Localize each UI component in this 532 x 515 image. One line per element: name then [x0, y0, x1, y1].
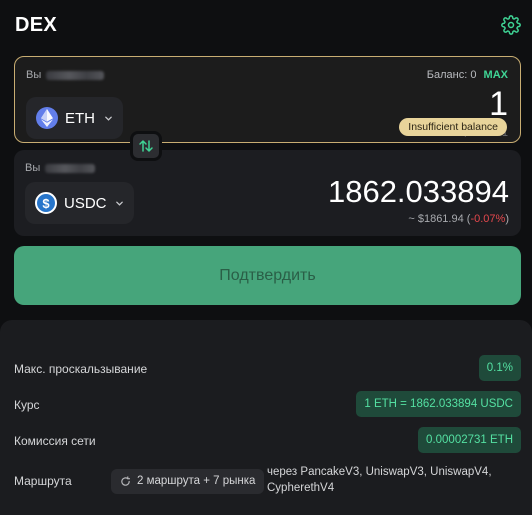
rate-label: Курс — [14, 398, 40, 412]
receive-card: Вы $ USDC 1862.033894 ~ $1861.94 (-0.07%… — [14, 150, 521, 236]
to-token-name: USDC — [64, 194, 107, 212]
insufficient-balance-badge: Insufficient balance — [399, 118, 507, 136]
pay-label: Вы — [26, 69, 105, 81]
receive-usd-value: ~ $1861.94 — [408, 213, 464, 225]
slippage-value[interactable]: 0.1% — [478, 355, 521, 381]
route-button[interactable]: 2 маршрута + 7 рынка — [111, 469, 265, 494]
balance-info: Баланс: 0 MAX — [427, 69, 508, 81]
receive-label: Вы — [25, 162, 96, 174]
app-title: DEX — [15, 14, 58, 36]
confirm-button[interactable]: Подтвердить — [14, 246, 521, 305]
ethereum-logo — [36, 107, 58, 129]
swap-panel: DEX Вы Баланс: 0 MAX ETH 1 $1860.41 — [0, 0, 532, 320]
to-token-selector[interactable]: $ USDC — [25, 182, 134, 224]
receive-label-text: Вы — [25, 162, 41, 174]
gear-icon[interactable] — [501, 15, 521, 35]
chevron-down-icon — [105, 116, 112, 121]
receive-usd-line: ~ $1861.94 (-0.07%) — [408, 213, 509, 225]
swap-arrows-icon — [139, 140, 153, 152]
network-fee-label: Комиссия сети — [14, 434, 96, 448]
balance-label: Баланс: 0 — [426, 69, 477, 81]
pay-label-text: Вы — [26, 69, 42, 81]
pay-input-card[interactable]: Вы Баланс: 0 MAX ETH 1 $1860.41 Insuffic… — [14, 56, 521, 143]
usdc-logo: $ — [35, 192, 57, 214]
route-description: через PancakeV3, UniswapV3, UniswapV4, C… — [267, 466, 492, 494]
rate-value: 1 ETH = 1862.033894 USDC — [356, 391, 521, 417]
from-token-selector[interactable]: ETH — [26, 97, 123, 139]
route-label: Маршрута — [14, 474, 72, 488]
network-fee-value: 0.00002731 ETH — [418, 427, 521, 453]
blurred-amount — [46, 70, 105, 80]
chevron-down-icon — [116, 201, 123, 206]
refresh-icon — [121, 476, 131, 486]
max-button[interactable]: MAX — [484, 69, 508, 81]
price-impact-value: -0.07% — [470, 213, 506, 225]
price-impact: (-0.07%) — [466, 213, 509, 225]
slippage-label: Макс. проскальзывание — [14, 362, 148, 376]
swap-details-panel: Макс. проскальзывание 0.1% Курс 1 ETH = … — [0, 320, 532, 515]
route-summary: 2 маршрута + 7 рынка — [137, 475, 256, 487]
receive-amount: 1862.033894 — [327, 174, 509, 209]
swap-direction-button[interactable] — [130, 131, 162, 161]
blurred-amount — [45, 163, 96, 173]
from-token-name: ETH — [65, 109, 95, 127]
